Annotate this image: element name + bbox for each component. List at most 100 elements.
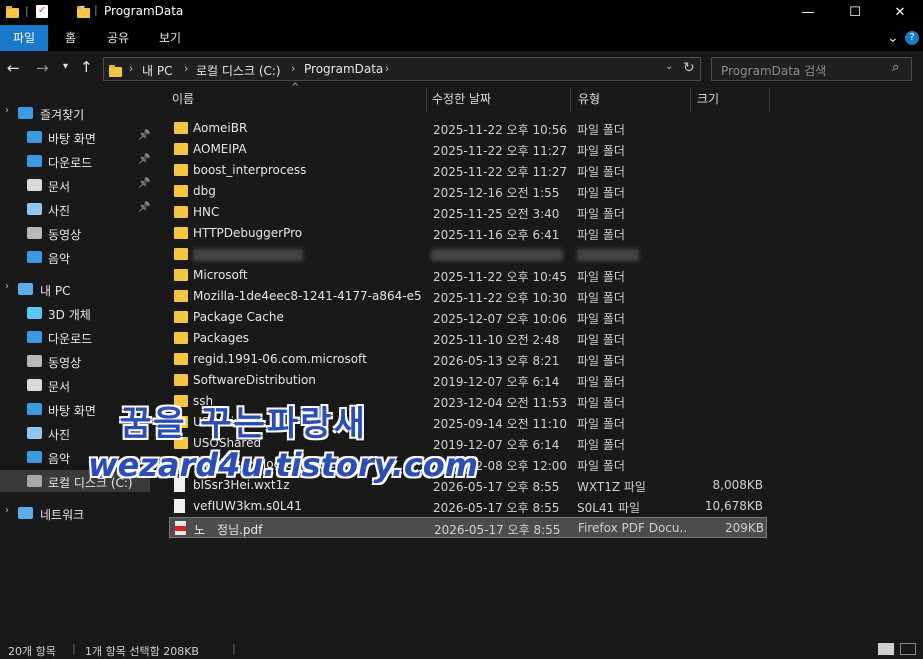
- recent-locations-icon[interactable]: ▾: [63, 61, 68, 72]
- file-row[interactable]: Package Cache 2025-12-07 오후 10:06 파일 폴더: [169, 307, 767, 328]
- help-icon[interactable]: ?: [905, 31, 919, 45]
- file-row[interactable]: AOMEIPA 2025-11-22 오후 11:27 파일 폴더: [169, 139, 767, 160]
- file-type: 파일 폴더: [577, 396, 625, 410]
- column-divider[interactable]: [690, 88, 691, 112]
- folder-icon: [174, 164, 188, 176]
- file-date: 2026-05-17 오후 8:55: [433, 501, 560, 515]
- folder-icon[interactable]: [6, 6, 19, 18]
- file-name: HNC: [193, 205, 220, 219]
- file-date: 2025-12-16 오전 1:55: [433, 186, 560, 200]
- sidebar-item-label: 3D 개체: [48, 308, 91, 322]
- folder-icon: [174, 122, 188, 134]
- sidebar-item-label: 동영상: [48, 228, 82, 242]
- breadcrumb-this-pc[interactable]: 내 PC: [142, 62, 172, 79]
- sidebar-item[interactable]: 동영상: [0, 222, 150, 244]
- documents-icon: [27, 179, 42, 191]
- sidebar-item[interactable]: 음악: [0, 246, 150, 268]
- sidebar-item[interactable]: › 내 PC: [0, 278, 150, 300]
- pin-icon: 📌: [138, 202, 151, 213]
- sidebar-item[interactable]: 사진 📌: [0, 198, 150, 220]
- column-divider[interactable]: [570, 88, 571, 112]
- sidebar-item[interactable]: › 즐겨찾기: [0, 102, 150, 124]
- column-header-type[interactable]: 유형: [578, 90, 600, 112]
- folder-icon: [174, 227, 188, 239]
- column-header-name[interactable]: 이름: [172, 90, 194, 112]
- file-name: 노 정님.pdf: [194, 523, 263, 537]
- file-name: Microsoft: [193, 268, 248, 282]
- sidebar-item[interactable]: 문서 📌: [0, 174, 150, 196]
- search-placeholder: ProgramData 검색: [721, 64, 827, 78]
- title-bar: | ✓ ▾ | ProgramData — ☐ ✕: [0, 0, 923, 25]
- file-row[interactable]: AomeiBR 2025-11-22 오후 10:56 파일 폴더: [169, 118, 767, 139]
- file-row[interactable]: Mozilla-1de4eec8-1241-4177-a864-e5... 202…: [169, 286, 767, 307]
- file-date: 2025-09-14 오전 11:10: [433, 417, 568, 431]
- properties-icon[interactable]: ✓: [36, 5, 48, 18]
- redacted-block: [431, 249, 563, 261]
- chevron-right-icon[interactable]: ›: [184, 62, 188, 75]
- sidebar-item[interactable]: 바탕 화면 📌: [0, 126, 150, 148]
- close-button[interactable]: ✕: [877, 0, 923, 25]
- quick-access-dropdown-icon[interactable]: ▾: [80, 3, 85, 14]
- column-header-size[interactable]: 크기: [697, 90, 719, 112]
- chevron-right-icon[interactable]: ›: [385, 62, 389, 75]
- search-input[interactable]: ProgramData 검색 ⌕: [711, 57, 912, 81]
- ribbon-expand-icon[interactable]: ⌄: [887, 25, 899, 51]
- details-view-icon[interactable]: [878, 643, 894, 655]
- status-divider: |: [72, 642, 76, 655]
- sidebar-item[interactable]: 다운로드 📌: [0, 150, 150, 172]
- sidebar-item[interactable]: › 네트워크: [0, 502, 150, 524]
- sidebar-item[interactable]: 문서: [0, 374, 150, 396]
- back-arrow-icon[interactable]: ←: [7, 59, 20, 77]
- file-type: 파일 폴더: [577, 123, 625, 137]
- file-name: HTTPDebuggerPro: [193, 226, 303, 240]
- tab-file[interactable]: 파일: [0, 25, 48, 51]
- address-dropdown-icon[interactable]: ⌄: [665, 61, 673, 72]
- sidebar-item[interactable]: 동영상: [0, 350, 150, 372]
- videos-icon: [27, 355, 42, 367]
- sidebar-item[interactable]: 다운로드: [0, 326, 150, 348]
- file-row[interactable]: HNC 2025-11-25 오전 3:40 파일 폴더: [169, 202, 767, 223]
- watermark-url: wezard4u.tistory.com: [88, 446, 479, 484]
- chevron-right-icon[interactable]: ›: [129, 62, 133, 75]
- refresh-icon[interactable]: ↻: [683, 60, 695, 76]
- file-row[interactable]: regid.1991-06.com.microsoft 2026-05-13 오후…: [169, 349, 767, 370]
- file-row[interactable]: vefIUW3km.s0L41 2026-05-17 오후 8:55 S0L41 파…: [169, 496, 767, 517]
- minimize-button[interactable]: —: [785, 0, 831, 25]
- column-divider[interactable]: [769, 88, 770, 112]
- file-row[interactable]: SoftwareDistribution 2019-12-07 오후 6:14 파일…: [169, 370, 767, 391]
- up-arrow-icon[interactable]: ↑: [80, 58, 93, 76]
- breadcrumb-programdata[interactable]: ProgramData: [304, 62, 383, 76]
- maximize-button[interactable]: ☐: [832, 0, 878, 25]
- file-row[interactable]: dbg 2025-12-16 오전 1:55 파일 폴더: [169, 181, 767, 202]
- column-divider[interactable]: [426, 88, 427, 112]
- expand-chevron-icon[interactable]: ›: [5, 505, 9, 516]
- file-type: 파일 폴더: [577, 228, 625, 242]
- tab-share[interactable]: 공유: [107, 25, 129, 51]
- column-header-date[interactable]: 수정한 날짜: [432, 90, 491, 112]
- file-type: Firefox PDF Docu...: [578, 521, 688, 535]
- file-date: 2023-12-04 오전 11:53: [433, 396, 568, 410]
- chevron-right-icon[interactable]: ›: [291, 62, 295, 75]
- file-row[interactable]: Packages 2025-11-10 오전 2:48 파일 폴더: [169, 328, 767, 349]
- expand-chevron-icon[interactable]: ›: [5, 281, 9, 292]
- tab-home[interactable]: 홈: [65, 25, 76, 51]
- file-row[interactable]: 노 정님.pdf 2026-05-17 오후 8:55 Firefox PDF Do…: [169, 517, 767, 538]
- desktop-icon: [27, 403, 42, 415]
- address-bar[interactable]: › 내 PC › 로컬 디스크 (C:) › ProgramData › ⌄ ↻: [103, 57, 701, 81]
- large-icons-view-icon[interactable]: [900, 643, 916, 655]
- file-row[interactable]: [169, 244, 767, 265]
- expand-chevron-icon[interactable]: ›: [5, 105, 9, 116]
- file-row[interactable]: boost_interprocess 2025-11-22 오후 11:27 파일 …: [169, 160, 767, 181]
- pin-icon: 📌: [138, 178, 151, 189]
- search-icon[interactable]: ⌕: [892, 60, 899, 75]
- drive-icon: [27, 475, 42, 487]
- file-row[interactable]: HTTPDebuggerPro 2025-11-16 오후 6:41 파일 폴더: [169, 223, 767, 244]
- tab-view[interactable]: 보기: [159, 25, 181, 51]
- sidebar-item[interactable]: 3D 개체: [0, 302, 150, 324]
- forward-arrow-icon[interactable]: →: [36, 59, 49, 77]
- breadcrumb-local-disk[interactable]: 로컬 디스크 (C:): [196, 62, 281, 79]
- file-row[interactable]: Microsoft 2025-11-22 오후 10:45 파일 폴더: [169, 265, 767, 286]
- file-type: 파일 폴더: [577, 270, 625, 284]
- file-date: 2026-05-17 오후 8:55: [434, 523, 561, 537]
- separator-icon: |: [25, 4, 29, 17]
